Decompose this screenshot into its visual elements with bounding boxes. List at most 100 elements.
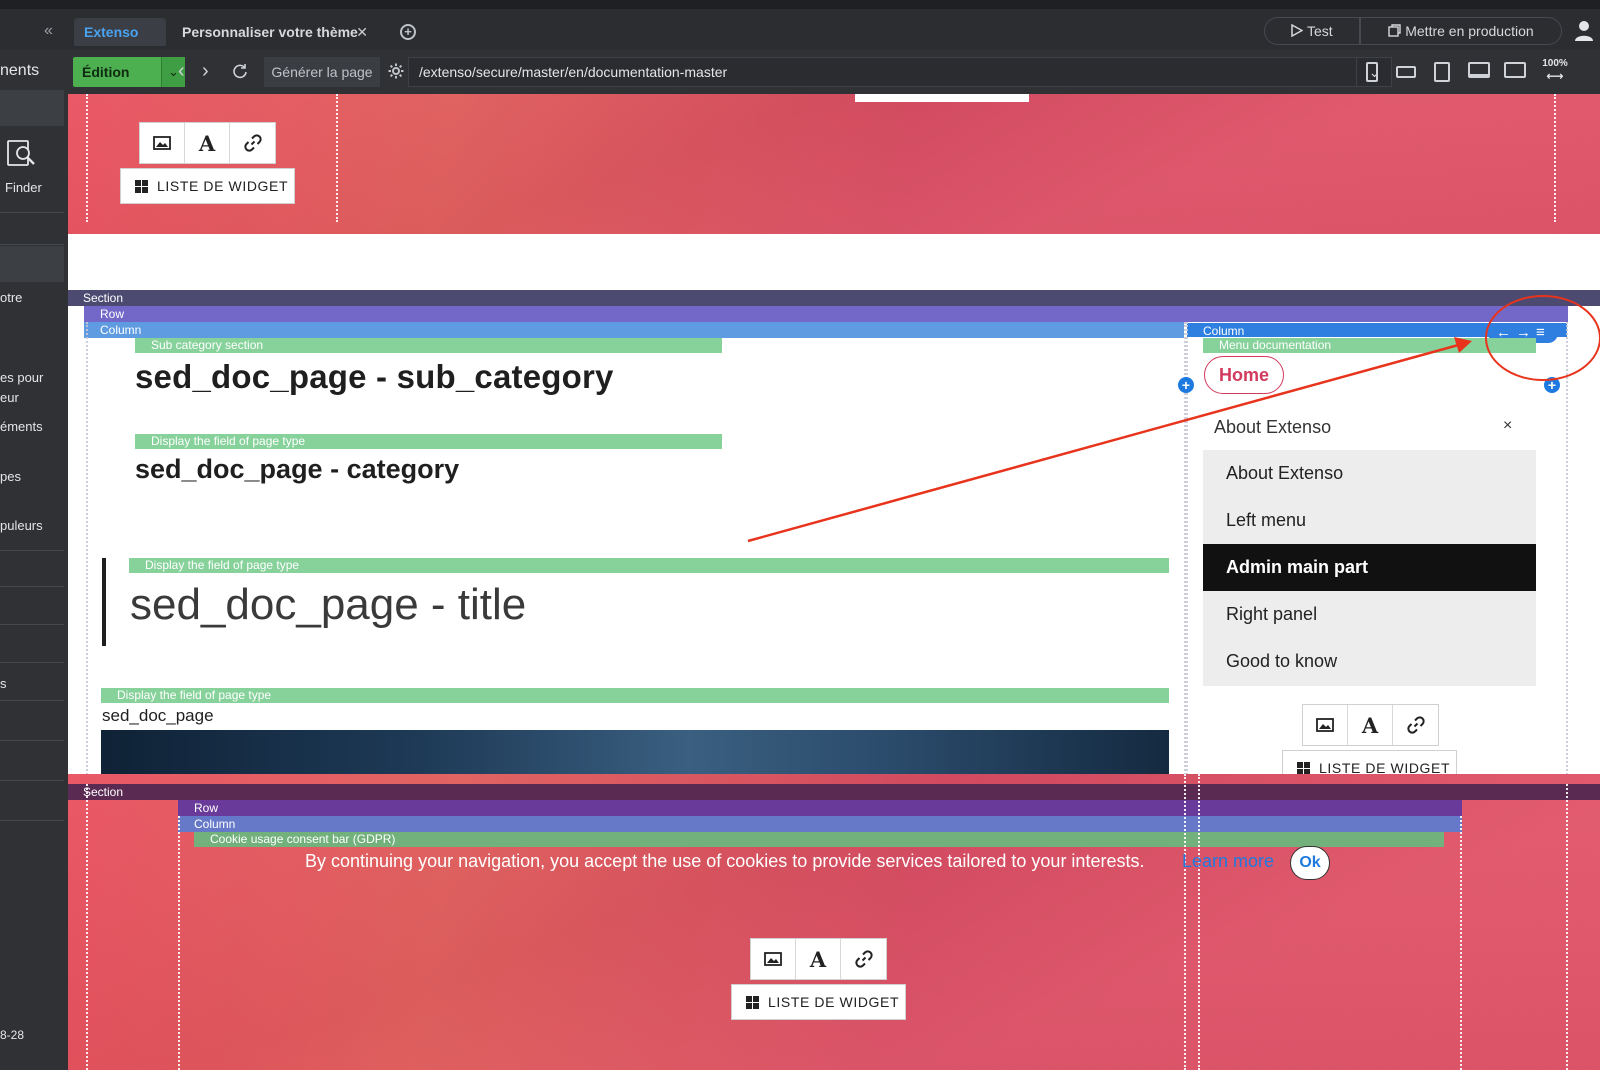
widget-list-button[interactable]: LISTE DE WIDGET xyxy=(120,168,295,204)
sidebar-item-finder[interactable]: Finder xyxy=(5,180,69,195)
sub-category-section-label-text: Sub category section xyxy=(151,338,264,352)
insert-link-button[interactable] xyxy=(230,123,275,163)
zoom-level-label: 100% xyxy=(1542,58,1568,69)
text-icon: A xyxy=(809,946,827,972)
display-field-label-text: Display the field of page type xyxy=(145,558,300,572)
insert-text-button[interactable]: A xyxy=(185,123,230,163)
image-icon xyxy=(153,136,171,150)
laptop-view-icon[interactable] xyxy=(1468,62,1490,78)
insert-link-button[interactable] xyxy=(841,939,886,979)
user-icon[interactable] xyxy=(1574,20,1594,42)
add-tab-icon[interactable]: + xyxy=(400,24,416,40)
sidebar-divider xyxy=(0,212,64,213)
sidebar-item-s[interactable]: s xyxy=(0,676,64,691)
menu-item-label: Left menu xyxy=(1226,510,1307,530)
sidebar-item-es-pour[interactable]: es pour xyxy=(0,370,64,385)
tablet-view-icon[interactable] xyxy=(1434,62,1450,82)
column-outline xyxy=(1184,774,1200,1070)
widget-list-button[interactable]: LISTE DE WIDGET xyxy=(731,984,906,1020)
page-title-heading: sed_doc_page - title xyxy=(130,580,527,629)
gear-icon[interactable] xyxy=(388,63,404,79)
editor-toolbar: Édition ⌄ ‹ › Générer la page ⌄ 100% ⟷ xyxy=(68,50,1600,94)
link-icon xyxy=(1406,716,1425,734)
sidebar-item-es-pour-label: es pour xyxy=(0,370,44,385)
production-button[interactable]: Mettre en production xyxy=(1360,17,1562,45)
display-field-label: Display the field of page type xyxy=(129,558,1169,573)
test-button[interactable]: Test xyxy=(1264,17,1360,45)
refresh-icon[interactable] xyxy=(232,63,248,79)
menu-item-active[interactable]: Admin main part xyxy=(1203,544,1536,591)
zoom-level[interactable]: 100% ⟷ xyxy=(1540,58,1570,84)
display-field-label: Display the field of page type xyxy=(101,688,1169,703)
insert-link-button[interactable] xyxy=(1393,705,1438,745)
sidebar-item-couleurs-label: puleurs xyxy=(0,518,43,533)
night-sky-image xyxy=(101,730,1169,776)
generate-page-button[interactable]: Générer la page xyxy=(264,57,380,87)
play-icon xyxy=(1291,23,1304,38)
insert-image-button[interactable] xyxy=(140,123,185,163)
menu-item[interactable]: Good to know xyxy=(1203,638,1536,685)
forward-icon[interactable]: › xyxy=(202,57,209,85)
tab-extenso[interactable]: Extenso V3 xyxy=(74,18,166,68)
sidebar-divider xyxy=(0,700,64,701)
sidebar-item-eur-label: eur xyxy=(0,390,19,405)
url-input[interactable] xyxy=(408,57,1392,87)
sidebar-item-ements-label: éments xyxy=(0,419,43,434)
edition-mode-button[interactable]: Édition xyxy=(73,57,161,87)
plus-icon[interactable]: + xyxy=(1544,377,1560,393)
tab-personnaliser[interactable]: Personnaliser votre thème ✕ xyxy=(172,18,378,46)
collapse-sidebar-icon[interactable]: « xyxy=(44,22,53,40)
hero-top-input[interactable] xyxy=(855,94,1029,102)
insert-text-button[interactable]: A xyxy=(1348,705,1393,745)
menu-item[interactable]: About Extenso xyxy=(1203,450,1536,497)
widget-list-label: LISTE DE WIDGET xyxy=(768,994,900,1010)
close-icon[interactable]: × xyxy=(1503,417,1512,435)
category-heading: sed_doc_page - category xyxy=(135,454,460,484)
desktop-view-icon[interactable] xyxy=(1504,62,1526,78)
widget-toolbar: A xyxy=(750,938,887,980)
sidebar-divider xyxy=(0,780,64,781)
menu-documentation-label: Menu documentation xyxy=(1203,338,1536,353)
sidebar-divider xyxy=(0,586,64,587)
sidebar-item-pes-label: pes xyxy=(0,469,21,484)
row-label-text: Row xyxy=(100,307,125,321)
menu-header[interactable]: About Extenso xyxy=(1214,417,1331,438)
menu-item[interactable]: Left menu xyxy=(1203,497,1536,544)
sidebar-item-otre-label: otre xyxy=(0,290,23,305)
sidebar-item-couleurs[interactable]: puleurs xyxy=(0,518,64,533)
tab-personnaliser-label: Personnaliser votre thème xyxy=(182,24,358,40)
sub-category-heading: sed_doc_page - sub_category xyxy=(135,358,614,395)
page-type-text: sed_doc_page xyxy=(102,706,214,725)
sidebar-item-pes[interactable]: pes xyxy=(0,469,64,484)
display-field-label-text: Display the field of page type xyxy=(151,434,306,448)
insert-image-button[interactable] xyxy=(751,939,796,979)
image-icon xyxy=(764,952,782,966)
sidebar-item-otre[interactable]: otre xyxy=(0,290,64,305)
menu-item[interactable]: Right panel xyxy=(1203,591,1536,638)
close-icon[interactable]: ✕ xyxy=(356,18,368,46)
home-button[interactable]: Home xyxy=(1204,356,1284,394)
insert-text-button[interactable]: A xyxy=(796,939,841,979)
sidebar-item-eur[interactable]: eur xyxy=(0,390,64,405)
plus-icon[interactable]: + xyxy=(1178,377,1194,393)
mobile-view-icon[interactable] xyxy=(1366,62,1378,82)
sidebar-divider xyxy=(0,740,64,741)
sidebar-item-ements[interactable]: éments xyxy=(0,419,64,434)
sidebar-item-components[interactable]: nents xyxy=(0,62,64,80)
insert-image-button[interactable] xyxy=(1303,705,1348,745)
back-icon[interactable]: ‹ xyxy=(178,57,185,85)
menu-item-label: Right panel xyxy=(1226,604,1318,624)
sidebar-item-components-label: nents xyxy=(0,62,40,79)
sidebar-divider xyxy=(0,820,64,821)
display-field-label: Display the field of page type xyxy=(135,434,722,449)
menu-item-label: Good to know xyxy=(1226,651,1338,671)
sidebar-divider xyxy=(0,244,64,245)
window-icon xyxy=(1388,24,1402,37)
mobile-landscape-view-icon[interactable] xyxy=(1396,66,1416,78)
grid-icon xyxy=(135,180,148,193)
cookie-consent-text: By continuing your navigation, you accep… xyxy=(305,851,1145,871)
cookie-ok-button[interactable]: Ok xyxy=(1290,846,1330,880)
finder-icon[interactable] xyxy=(6,138,36,168)
title-quote-bar xyxy=(102,558,106,646)
learn-more-link[interactable]: Learn more xyxy=(1182,851,1274,872)
